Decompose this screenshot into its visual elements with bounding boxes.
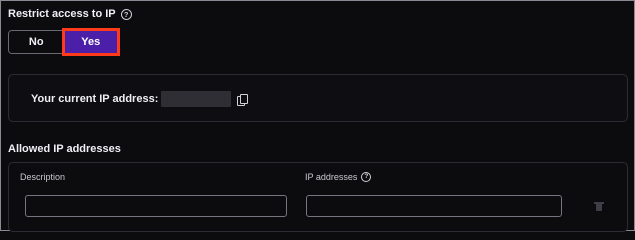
allowed-ip-table: Description IP addresses ? [8,162,628,232]
allowed-ip-title: Allowed IP addresses [8,143,121,155]
restrict-access-header: Restrict access to IP ? [8,8,132,20]
help-icon[interactable]: ? [361,172,372,182]
column-header-description-label: Description [20,172,66,182]
restrict-access-toggle: No Yes [8,30,119,54]
column-header-ip-addresses: IP addresses ? [305,172,372,182]
current-ip-label: Your current IP address: [31,93,159,105]
trash-icon[interactable] [594,202,604,211]
ip-address-input[interactable] [306,195,562,217]
current-ip-value-redacted [161,91,232,107]
copy-icon[interactable] [237,93,249,106]
column-header-description: Description [20,172,65,182]
current-ip-row: Your current IP address: [31,91,249,107]
restrict-access-label: Restrict access to IP [8,8,116,20]
current-ip-card: Your current IP address: [8,74,628,122]
toggle-no-button[interactable]: No [9,31,64,53]
description-input[interactable] [25,195,287,217]
toggle-yes-button[interactable]: Yes [63,31,118,53]
help-icon[interactable]: ? [120,8,132,20]
column-header-ip-addresses-label: IP addresses [305,172,358,182]
